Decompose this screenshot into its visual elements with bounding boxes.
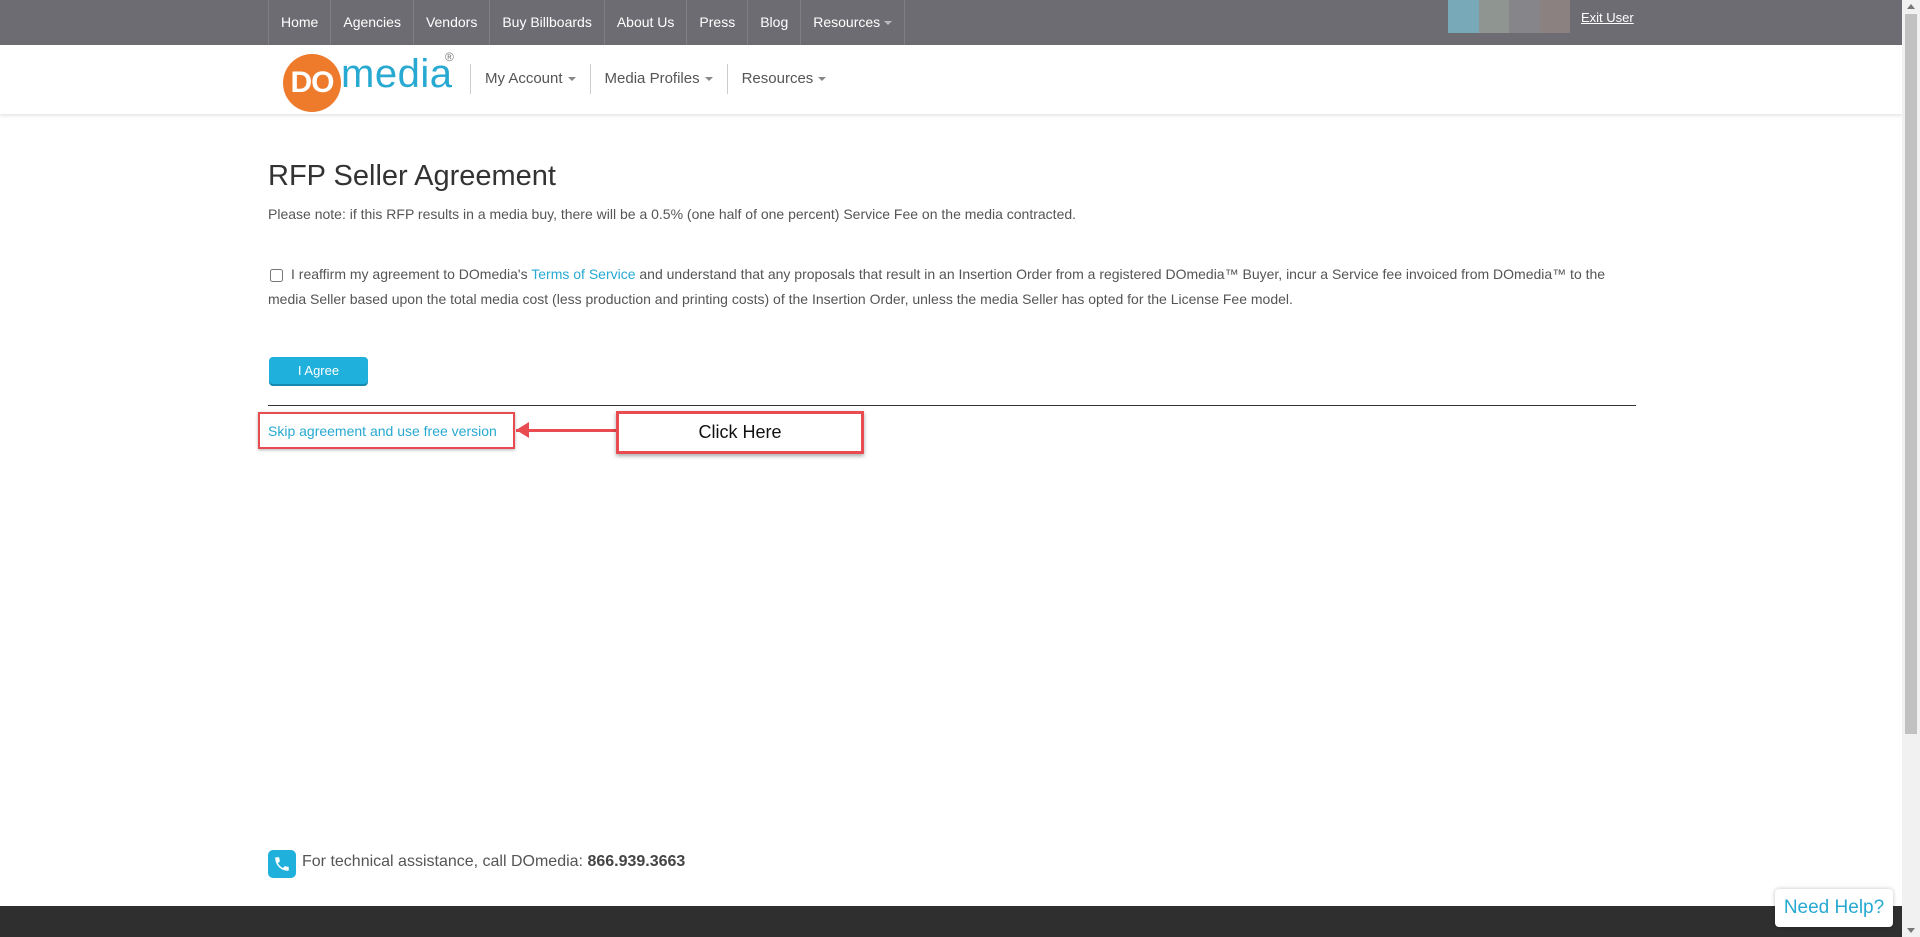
arrow-left-icon bbox=[516, 422, 529, 438]
topnav-label: About Us bbox=[616, 14, 675, 30]
tech-label: For technical assistance, call DOmedia: bbox=[302, 853, 588, 870]
topnav-home[interactable]: Home bbox=[268, 0, 330, 45]
topnav-label: Resources bbox=[813, 14, 881, 30]
chevron-down-icon bbox=[567, 77, 576, 82]
main-nav: My Account Media Profiles Resources bbox=[470, 57, 840, 102]
terms-of-service-link[interactable]: Terms of Service bbox=[531, 266, 635, 282]
topnav-label: Home bbox=[281, 14, 319, 30]
topnav-agencies[interactable]: Agencies bbox=[330, 0, 413, 45]
registered-mark: ® bbox=[445, 50, 454, 64]
topnav-resources[interactable]: Resources bbox=[800, 0, 906, 45]
chevron-down-icon bbox=[884, 21, 893, 26]
top-bar: Home Agencies Vendors Buy Billboards Abo… bbox=[0, 0, 1902, 45]
topnav-label: Agencies bbox=[343, 14, 401, 30]
topnav-vendors[interactable]: Vendors bbox=[412, 0, 489, 45]
page-title: RFP Seller Agreement bbox=[268, 160, 556, 192]
nav-my-account[interactable]: My Account bbox=[470, 64, 590, 94]
agreement-text: I reaffirm my agreement to DOmedia's Ter… bbox=[268, 262, 1636, 312]
nav-resources[interactable]: Resources bbox=[726, 64, 841, 94]
exit-user-link[interactable]: Exit User bbox=[1581, 10, 1634, 25]
topnav-label: Buy Billboards bbox=[502, 14, 592, 30]
user-avatar bbox=[1448, 0, 1570, 33]
divider bbox=[268, 405, 1636, 406]
nav-label: Media Profiles bbox=[604, 70, 700, 87]
scroll-thumb[interactable] bbox=[1905, 14, 1917, 734]
service-fee-note: Please note: if this RFP results in a me… bbox=[268, 206, 1077, 222]
phone-icon bbox=[268, 850, 296, 878]
nav-media-profiles[interactable]: Media Profiles bbox=[589, 64, 727, 94]
logo-circle: DO bbox=[283, 54, 341, 112]
topnav-label: Vendors bbox=[425, 14, 478, 30]
avatar-swatch bbox=[1478, 0, 1509, 33]
main-header: DO media ® My Account Media Profiles Res… bbox=[0, 45, 1902, 114]
vertical-scrollbar[interactable] bbox=[1902, 0, 1920, 937]
tech-assistance-text: For technical assistance, call DOmedia: … bbox=[302, 853, 685, 871]
agreement-pre: I reaffirm my agreement to DOmedia's bbox=[291, 266, 532, 282]
domedia-logo[interactable]: DO media ® bbox=[283, 50, 454, 112]
i-agree-button[interactable]: I Agree bbox=[269, 357, 368, 384]
agreement-checkbox[interactable] bbox=[270, 268, 283, 282]
nav-label: Resources bbox=[741, 70, 814, 87]
scroll-up-icon[interactable] bbox=[1907, 4, 1915, 9]
nav-label: My Account bbox=[485, 70, 563, 87]
avatar-swatch bbox=[1509, 0, 1540, 33]
topnav-about-us[interactable]: About Us bbox=[603, 0, 687, 45]
chevron-down-icon bbox=[704, 77, 713, 82]
scroll-down-icon[interactable] bbox=[1907, 928, 1915, 933]
topnav-buy-billboards[interactable]: Buy Billboards bbox=[489, 0, 604, 45]
avatar-swatch bbox=[1448, 0, 1479, 33]
logo-wordmark: media bbox=[341, 52, 453, 96]
top-nav: Home Agencies Vendors Buy Billboards Abo… bbox=[268, 0, 906, 45]
annotation-arrow bbox=[516, 429, 616, 432]
footer-bar bbox=[0, 906, 1902, 937]
tech-phone-number[interactable]: 866.939.3663 bbox=[587, 853, 685, 870]
avatar-swatch bbox=[1539, 0, 1570, 33]
click-here-callout: Click Here bbox=[616, 411, 864, 454]
skip-agreement-link[interactable]: Skip agreement and use free version bbox=[268, 423, 497, 439]
chevron-down-icon bbox=[818, 77, 827, 82]
topnav-label: Press bbox=[699, 14, 736, 30]
topnav-press[interactable]: Press bbox=[686, 0, 747, 45]
topnav-label: Blog bbox=[760, 14, 789, 30]
topnav-blog[interactable]: Blog bbox=[747, 0, 800, 45]
need-help-button[interactable]: Need Help? bbox=[1775, 889, 1893, 927]
